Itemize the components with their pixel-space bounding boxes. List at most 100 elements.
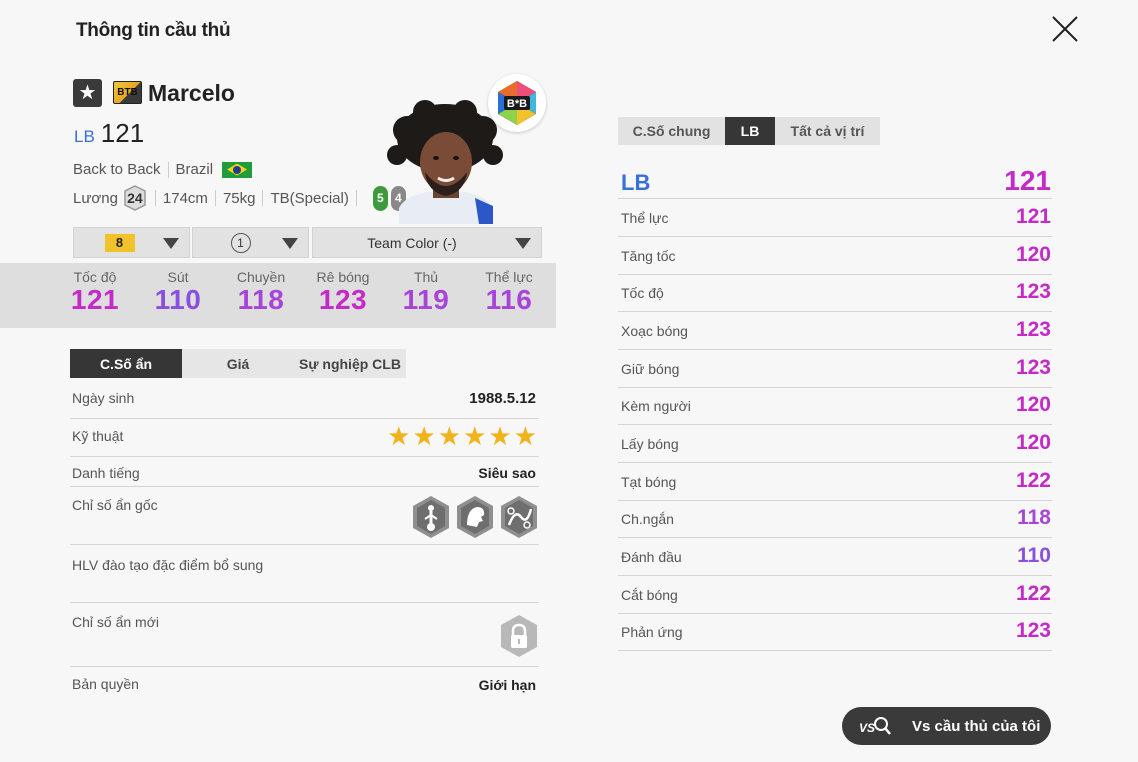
- salary-badge: 24: [122, 185, 148, 211]
- detail-stat-row: Thể lực 121: [618, 199, 1052, 237]
- salary-value: 24: [127, 190, 143, 206]
- player-origin: Back to Back Brazil: [73, 161, 253, 178]
- tab-all-positions[interactable]: Tất cả vị trí: [775, 117, 880, 145]
- info-value: 1988.5.12: [469, 390, 536, 407]
- detail-stat-label: Thể lực: [621, 210, 669, 226]
- info-row-birth: Ngày sinh 1988.5.12: [70, 380, 539, 419]
- stat-value: 119: [402, 284, 450, 315]
- stat-physical: Thể lực 116: [474, 269, 544, 316]
- chevron-down-icon: [515, 238, 531, 249]
- player-portrait: [387, 100, 503, 224]
- grade-select[interactable]: 8: [73, 227, 190, 258]
- detail-stat-value: 120: [1015, 431, 1051, 454]
- divider: [167, 161, 169, 178]
- tab-general-stats[interactable]: C.Số chung: [618, 117, 725, 145]
- detail-stat-label: Giữ bóng: [621, 361, 680, 377]
- detail-stat-label: Ch.ngắn: [621, 511, 674, 527]
- star-icon: ★: [488, 421, 512, 451]
- star-icon: ★: [513, 421, 537, 451]
- season-badge: BTB: [113, 81, 142, 104]
- detail-stat-value: 122: [1015, 582, 1051, 605]
- info-label: Danh tiếng: [72, 465, 140, 481]
- left-tabs: C.Số ẩn Giá Sự nghiệp CLB: [70, 349, 406, 378]
- detail-stat-row: Kèm người 120: [618, 387, 1052, 425]
- trait-icons: [411, 495, 539, 539]
- stat-pace: Tốc độ 121: [60, 269, 130, 316]
- stat-defending: Thủ 119: [391, 269, 461, 316]
- star-icon: ★: [437, 421, 462, 451]
- tab-price[interactable]: Giá: [182, 349, 294, 378]
- stat-label: Rê bóng: [316, 269, 370, 285]
- stat-label: Thủ: [413, 269, 439, 285]
- info-row-coach: HLV đào tạo đặc điểm bổ sung: [70, 545, 539, 603]
- lock-icon[interactable]: [499, 614, 539, 658]
- favorite-star-icon[interactable]: ★: [73, 79, 102, 107]
- player-name: Marcelo: [148, 80, 235, 106]
- info-row-new-traits: Chỉ số ẩn mới: [70, 603, 539, 667]
- detail-stat-value: 120: [1015, 243, 1051, 266]
- divider: [262, 190, 264, 206]
- player-physical: Lương 24 174cm 75kg TB(Special) 5 4: [73, 185, 406, 211]
- detail-stat-value: 123: [1015, 619, 1051, 642]
- detail-stat-label: Đánh đầu: [621, 549, 682, 565]
- detail-stat-label: Xoạc bóng: [621, 323, 688, 339]
- team-color-select[interactable]: Team Color (-): [312, 227, 542, 258]
- position-rating-value: 121: [1004, 165, 1051, 196]
- info-label: Ngày sinh: [72, 390, 135, 406]
- info-row-reputation: Danh tiếng Siêu sao: [70, 457, 539, 487]
- detail-stat-value: 122: [1015, 469, 1051, 492]
- info-row-traits: Chỉ số ẩn gốc: [70, 487, 539, 545]
- stat-value: 123: [318, 284, 368, 315]
- svg-text:VS: VS: [859, 721, 875, 735]
- detail-stat-label: Tạt bóng: [621, 474, 677, 490]
- weight: 75kg: [222, 189, 256, 207]
- page-title: Thông tin cầu thủ: [76, 20, 231, 41]
- stat-shooting: Sút 110: [143, 269, 213, 316]
- info-value: Siêu sao: [478, 465, 536, 481]
- close-icon[interactable]: [1048, 12, 1082, 46]
- detail-stat-row: Tăng tốc 120: [618, 237, 1052, 275]
- tab-position-lb[interactable]: LB: [725, 117, 775, 145]
- info-label: Chỉ số ẩn gốc: [72, 497, 158, 513]
- flair-icon[interactable]: [499, 495, 539, 539]
- detail-stat-label: Tốc độ: [621, 285, 664, 301]
- stat-value: 116: [485, 284, 533, 315]
- chevron-down-icon: [282, 238, 298, 249]
- brazil-flag-icon: [222, 161, 253, 178]
- team-player-icon[interactable]: [455, 495, 495, 539]
- stat-dribbling: Rê bóng 123: [308, 269, 378, 316]
- level-select[interactable]: 1: [192, 227, 309, 258]
- nationality: Brazil: [175, 161, 214, 178]
- star-icon: ★: [412, 421, 436, 451]
- tab-club-career[interactable]: Sự nghiệp CLB: [294, 349, 406, 378]
- star-icon: ★: [463, 421, 487, 451]
- detail-stat-value: 110: [1017, 544, 1051, 567]
- vs-compare-icon: VS: [859, 717, 891, 735]
- grade-value: 8: [104, 233, 135, 252]
- chevron-down-icon: [163, 238, 179, 249]
- long-throw-icon[interactable]: [411, 495, 451, 539]
- team-color-value: Team Color (-): [367, 234, 457, 251]
- detail-stat-value: 118: [1017, 506, 1051, 529]
- detail-stat-label: Phản ứng: [621, 624, 683, 640]
- position-ovr: LB 121: [74, 118, 144, 149]
- info-label: Bản quyền: [72, 676, 139, 692]
- divider: [214, 190, 216, 206]
- position-rating-label: LB: [621, 170, 651, 195]
- stat-value: 121: [70, 284, 120, 315]
- info-row-license: Bản quyền Giới hạn: [70, 667, 539, 703]
- detail-stat-value: 123: [1015, 318, 1051, 341]
- compare-button-label: Vs cầu thủ của tôi: [912, 717, 1041, 735]
- detail-stat-row: Xoạc bóng 123: [618, 312, 1052, 350]
- compare-my-player-button[interactable]: VS Vs cầu thủ của tôi: [842, 707, 1051, 745]
- info-label: Chỉ số ẩn mới: [72, 614, 159, 630]
- stat-label: Tốc độ: [73, 269, 117, 285]
- divider: [154, 190, 156, 206]
- stat-value: 118: [237, 284, 285, 315]
- svg-text:B*B: B*B: [507, 98, 527, 110]
- detail-stat-value: 120: [1015, 393, 1051, 416]
- club-badge-icon: B*B: [488, 74, 546, 132]
- right-tabs: C.Số chung LB Tất cả vị trí: [618, 117, 880, 145]
- stat-passing: Chuyền 118: [226, 269, 296, 316]
- tab-hidden-stats[interactable]: C.Số ẩn: [70, 349, 182, 378]
